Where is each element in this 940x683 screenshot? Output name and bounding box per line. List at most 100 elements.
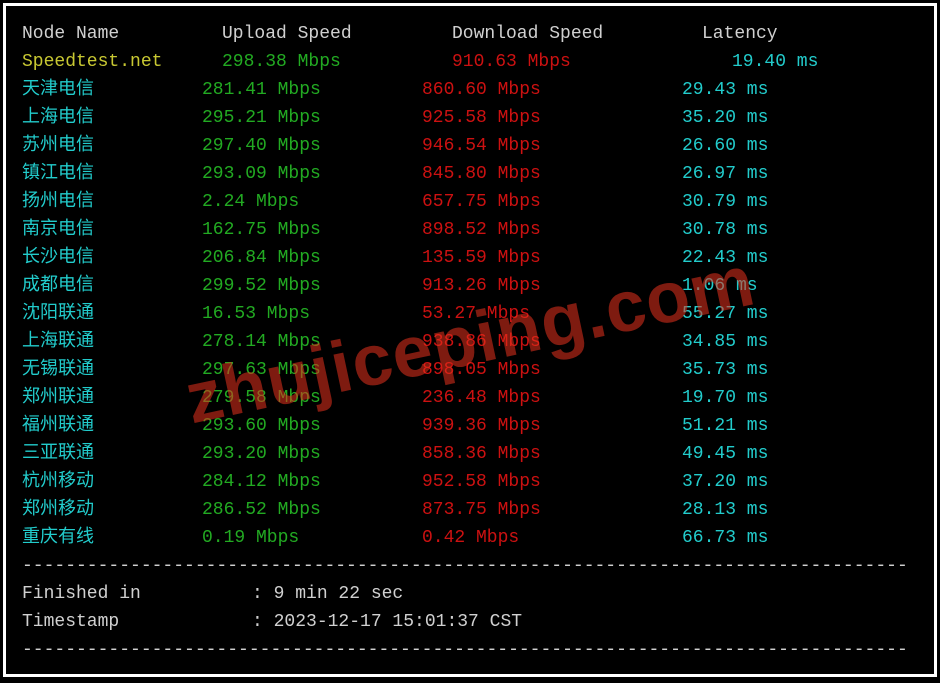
upload-speed: 281.41 Mbps (202, 76, 452, 104)
latency: 51.21 ms (682, 412, 918, 440)
latency: 30.78 ms (682, 216, 918, 244)
latency: 28.13 ms (682, 496, 918, 524)
upload-speed: 299.52 Mbps (202, 272, 452, 300)
upload-speed: 284.12 Mbps (202, 468, 452, 496)
table-row: 天津电信281.41 Mbps860.60 Mbps29.43 ms (22, 76, 918, 104)
latency: 35.73 ms (682, 356, 918, 384)
header-node: Node Name (22, 20, 222, 48)
latency: 49.45 ms (682, 440, 918, 468)
latency: 35.20 ms (682, 104, 918, 132)
latency: 37.20 ms (682, 468, 918, 496)
finished-value: : 9 min 22 sec (252, 580, 403, 608)
node-name: 郑州移动 (22, 496, 222, 524)
footer-finished: Finished in: 9 min 22 sec (22, 580, 918, 608)
table-row: 成都电信299.52 Mbps913.26 Mbps1.06 ms (22, 272, 918, 300)
table-row: 重庆有线0.19 Mbps0.42 Mbps66.73 ms (22, 524, 918, 552)
table-header: Node Name Upload Speed Download Speed La… (22, 20, 918, 48)
latency: 29.43 ms (682, 76, 918, 104)
download-speed: 939.36 Mbps (422, 412, 682, 440)
latency: 30.79 ms (682, 188, 918, 216)
divider-line: ----------------------------------------… (22, 552, 918, 580)
node-name: 上海联通 (22, 328, 222, 356)
node-name: 南京电信 (22, 216, 222, 244)
latency: 55.27 ms (682, 300, 918, 328)
timestamp-label: Timestamp (22, 608, 252, 636)
download-speed: 858.36 Mbps (422, 440, 682, 468)
download-speed: 910.63 Mbps (452, 48, 702, 76)
table-row: 沈阳联通16.53 Mbps53.27 Mbps55.27 ms (22, 300, 918, 328)
node-name: 成都电信 (22, 272, 222, 300)
node-name: 福州联通 (22, 412, 222, 440)
upload-speed: 206.84 Mbps (202, 244, 452, 272)
download-speed: 898.52 Mbps (422, 216, 682, 244)
upload-speed: 297.40 Mbps (202, 132, 452, 160)
download-speed: 53.27 Mbps (422, 300, 682, 328)
download-speed: 898.05 Mbps (422, 356, 682, 384)
latency: 66.73 ms (682, 524, 918, 552)
upload-speed: 295.21 Mbps (202, 104, 452, 132)
header-download: Download Speed (452, 20, 702, 48)
table-row: 上海电信295.21 Mbps925.58 Mbps35.20 ms (22, 104, 918, 132)
download-speed: 913.26 Mbps (422, 272, 682, 300)
node-name: 郑州联通 (22, 384, 222, 412)
latency: 1.06 ms (682, 272, 918, 300)
download-speed: 938.86 Mbps (422, 328, 682, 356)
upload-speed: 279.58 Mbps (202, 384, 452, 412)
table-row: 杭州移动284.12 Mbps952.58 Mbps37.20 ms (22, 468, 918, 496)
finished-label: Finished in (22, 580, 252, 608)
node-name: 镇江电信 (22, 160, 222, 188)
latency: 34.85 ms (682, 328, 918, 356)
table-row: 苏州电信297.40 Mbps946.54 Mbps26.60 ms (22, 132, 918, 160)
footer-timestamp: Timestamp: 2023-12-17 15:01:37 CST (22, 608, 918, 636)
node-name: 沈阳联通 (22, 300, 222, 328)
download-speed: 952.58 Mbps (422, 468, 682, 496)
table-row: 郑州联通279.58 Mbps236.48 Mbps19.70 ms (22, 384, 918, 412)
latency: 19.70 ms (682, 384, 918, 412)
download-speed: 236.48 Mbps (422, 384, 682, 412)
table-row: 郑州移动286.52 Mbps873.75 Mbps28.13 ms (22, 496, 918, 524)
download-speed: 657.75 Mbps (422, 188, 682, 216)
node-name: Speedtest.net (22, 48, 222, 76)
upload-speed: 0.19 Mbps (202, 524, 452, 552)
node-name: 苏州电信 (22, 132, 222, 160)
table-body: Speedtest.net298.38 Mbps910.63 Mbps19.40… (22, 48, 918, 552)
download-speed: 873.75 Mbps (422, 496, 682, 524)
download-speed: 925.58 Mbps (422, 104, 682, 132)
node-name: 无锡联通 (22, 356, 222, 384)
node-name: 天津电信 (22, 76, 222, 104)
download-speed: 135.59 Mbps (422, 244, 682, 272)
header-upload: Upload Speed (222, 20, 452, 48)
upload-speed: 293.09 Mbps (202, 160, 452, 188)
node-name: 重庆有线 (22, 524, 222, 552)
header-latency: Latency (702, 20, 918, 48)
upload-speed: 298.38 Mbps (222, 48, 452, 76)
upload-speed: 286.52 Mbps (202, 496, 452, 524)
upload-speed: 293.20 Mbps (202, 440, 452, 468)
download-speed: 0.42 Mbps (422, 524, 682, 552)
node-name: 长沙电信 (22, 244, 222, 272)
node-name: 杭州移动 (22, 468, 222, 496)
latency: 26.60 ms (682, 132, 918, 160)
upload-speed: 293.60 Mbps (202, 412, 452, 440)
latency: 26.97 ms (682, 160, 918, 188)
latency: 19.40 ms (702, 48, 918, 76)
terminal-window: Node Name Upload Speed Download Speed La… (3, 3, 937, 677)
upload-speed: 297.63 Mbps (202, 356, 452, 384)
upload-speed: 2.24 Mbps (202, 188, 452, 216)
table-row: 扬州电信2.24 Mbps657.75 Mbps30.79 ms (22, 188, 918, 216)
divider-line: ----------------------------------------… (22, 636, 918, 664)
table-row: 上海联通278.14 Mbps938.86 Mbps34.85 ms (22, 328, 918, 356)
table-row: 长沙电信206.84 Mbps135.59 Mbps22.43 ms (22, 244, 918, 272)
table-row: 镇江电信293.09 Mbps845.80 Mbps26.97 ms (22, 160, 918, 188)
table-row: 三亚联通293.20 Mbps858.36 Mbps49.45 ms (22, 440, 918, 468)
download-speed: 845.80 Mbps (422, 160, 682, 188)
node-name: 扬州电信 (22, 188, 222, 216)
latency: 22.43 ms (682, 244, 918, 272)
table-row: 南京电信162.75 Mbps898.52 Mbps30.78 ms (22, 216, 918, 244)
upload-speed: 162.75 Mbps (202, 216, 452, 244)
table-row: Speedtest.net298.38 Mbps910.63 Mbps19.40… (22, 48, 918, 76)
download-speed: 946.54 Mbps (422, 132, 682, 160)
upload-speed: 278.14 Mbps (202, 328, 452, 356)
timestamp-value: : 2023-12-17 15:01:37 CST (252, 608, 522, 636)
node-name: 上海电信 (22, 104, 222, 132)
